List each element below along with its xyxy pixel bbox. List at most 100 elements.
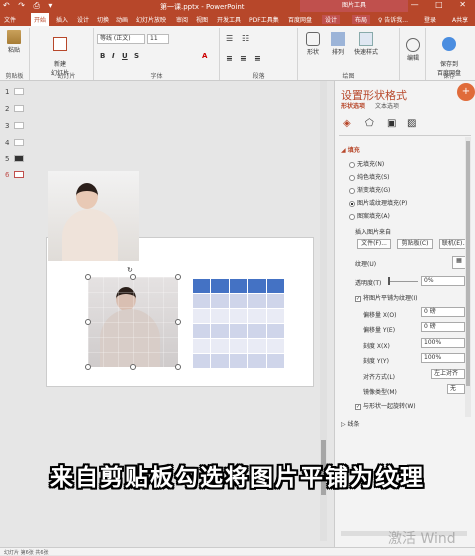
ribbon-home: 粘贴 剪贴板 新建 幻灯片 幻灯片 等线 (正文) 11 B I U S A 字… [0,26,475,81]
shadow-button[interactable]: S [134,52,139,60]
underline-button[interactable]: U [122,52,128,60]
tab-insert[interactable]: 插入 [56,15,68,24]
resize-handle[interactable] [175,364,181,370]
resize-handle[interactable] [175,319,181,325]
tab-developer[interactable]: 开发工具 [217,15,241,24]
texture-picker[interactable]: ▦ [452,256,466,269]
radio-picture-fill[interactable]: 图片或纹理填充(P) [349,198,407,207]
resize-handle[interactable] [130,274,136,280]
align-center-icon[interactable]: ≡ [240,54,247,63]
selected-picture[interactable] [88,277,178,367]
slide-thumbnail[interactable] [14,155,24,162]
radio-gradient-fill[interactable]: 渐变填充(G) [349,185,390,194]
texture-label: 纹理(U) [355,261,377,268]
font-name-select[interactable]: 等线 (正文) [97,34,145,44]
slide-thumbnail[interactable] [14,88,24,95]
font-color-button[interactable]: A [202,52,207,60]
resize-handle[interactable] [130,364,136,370]
tab-slideshow[interactable]: 幻灯片放映 [136,15,166,24]
new-slide-button[interactable]: 新建 幻灯片 [46,30,74,77]
quick-access-toolbar[interactable]: ↶ ↷ ⎙ ▾ [3,1,55,11]
table-cell [211,309,229,323]
tab-picture-layout[interactable]: 布局 [352,15,371,24]
effects-icon[interactable]: ⬠ [365,118,374,129]
rotate-with-shape-checkbox[interactable]: ✓ 与形状一起旋转(W) [355,401,416,410]
offset-y-input[interactable]: 0 磅 [421,322,465,332]
tab-file[interactable]: 文件 [4,15,16,24]
quick-styles-button[interactable]: 快速样式 [350,32,382,56]
resize-handle[interactable] [85,274,91,280]
section-fill[interactable]: ◢ 填充 [341,145,360,154]
transparency-slider[interactable] [388,281,418,282]
tab-transitions[interactable]: 切换 [97,15,109,24]
portrait-photo-top[interactable] [48,171,139,261]
bullets-icon[interactable]: ☰ [226,34,233,43]
tab-shape-options[interactable]: 形状选项 [341,101,365,110]
insert-from-label: 插入图片来自 [355,229,392,236]
resize-handle[interactable] [85,364,91,370]
tab-view[interactable]: 视图 [196,15,208,24]
rotate-handle-icon[interactable]: ↻ [127,266,133,274]
clipboard-button[interactable]: 剪贴板(C) [397,239,433,249]
tab-home[interactable]: 开始 [31,13,50,26]
file-button[interactable]: 文件(F)... [357,239,391,249]
table-header-cell [229,279,248,293]
tile-checkbox[interactable]: ✓ 将图片平铺为纹理(I) [355,293,417,302]
tell-me-search[interactable]: ♀ 告诉我... [378,15,408,24]
italic-button[interactable]: I [112,52,115,60]
slide-number: 2 [5,105,10,113]
numbering-icon[interactable]: ☷ [242,34,249,43]
transparency-slider-thumb[interactable] [388,277,390,285]
find-icon [406,38,420,52]
bold-button[interactable]: B [100,52,105,60]
scale-y-input[interactable]: 100% [421,353,465,363]
radio-solid-fill[interactable]: 纯色填充(S) [349,172,390,181]
tab-picture-design[interactable]: 设计 [322,15,341,24]
slide-table[interactable] [193,279,284,368]
size-properties-icon[interactable]: ▣ [387,118,396,129]
window-controls[interactable]: — □ ✕ [411,0,473,9]
login-link[interactable]: 登录 [424,15,436,24]
tile-grid-overlay [88,277,178,367]
align-left-icon[interactable]: ≡ [226,54,233,63]
slide-thumbnail[interactable] [14,122,24,129]
pane-scrollbar-thumb[interactable] [466,141,470,386]
resize-handle[interactable] [85,319,91,325]
tab-text-options[interactable]: 文本选项 [375,101,399,110]
tab-design[interactable]: 设计 [77,15,89,24]
alignment-select[interactable]: 左上对齐 [431,369,465,379]
slide-thumbnail[interactable] [14,139,24,146]
table-cell [211,324,229,338]
tab-review[interactable]: 审阅 [176,15,188,24]
shape-button[interactable]: 形状 [301,32,325,56]
table-cell [266,309,284,323]
slide-thumbnail-active[interactable] [14,171,24,178]
resize-handle[interactable] [175,274,181,280]
align-right-icon[interactable]: ≡ [254,54,261,63]
mirror-select[interactable]: 无 [447,384,465,394]
section-line[interactable]: ▷ 线条 [341,419,360,428]
tab-pdf[interactable]: PDF工具集 [249,15,279,24]
radio-no-fill[interactable]: 无填充(N) [349,159,384,168]
group-font: 等线 (正文) 11 B I U S A 字体 [94,28,220,80]
arrange-button[interactable]: 排列 [326,32,350,56]
tab-baidu[interactable]: 百度网盘 [288,15,312,24]
share-button[interactable]: A共享 [452,15,468,24]
pane-close-icon[interactable]: + [457,83,475,101]
transparency-input[interactable]: 0% [421,276,465,286]
font-size-select[interactable]: 11 [147,34,169,44]
radio-pattern-fill[interactable]: 图案填充(A) [349,211,390,220]
slide-thumbnail[interactable] [14,105,24,112]
scale-x-input[interactable]: 100% [421,338,465,348]
picture-icon[interactable]: ▨ [407,118,416,129]
group-label-paragraph: 段落 [252,73,265,80]
slide-number: 5 [5,155,10,163]
offset-x-label: 偏移量 X(O) [363,312,397,319]
fill-line-icon[interactable]: ◈ [343,118,351,129]
offset-x-input[interactable]: 0 磅 [421,307,465,317]
edit-button[interactable]: 编辑 [402,38,424,62]
save-baidu-button[interactable]: 保存到 百度网盘 [428,30,470,77]
tab-animations[interactable]: 动画 [116,15,128,24]
table-cell [229,309,248,323]
paste-button[interactable]: 粘贴 [3,30,25,54]
